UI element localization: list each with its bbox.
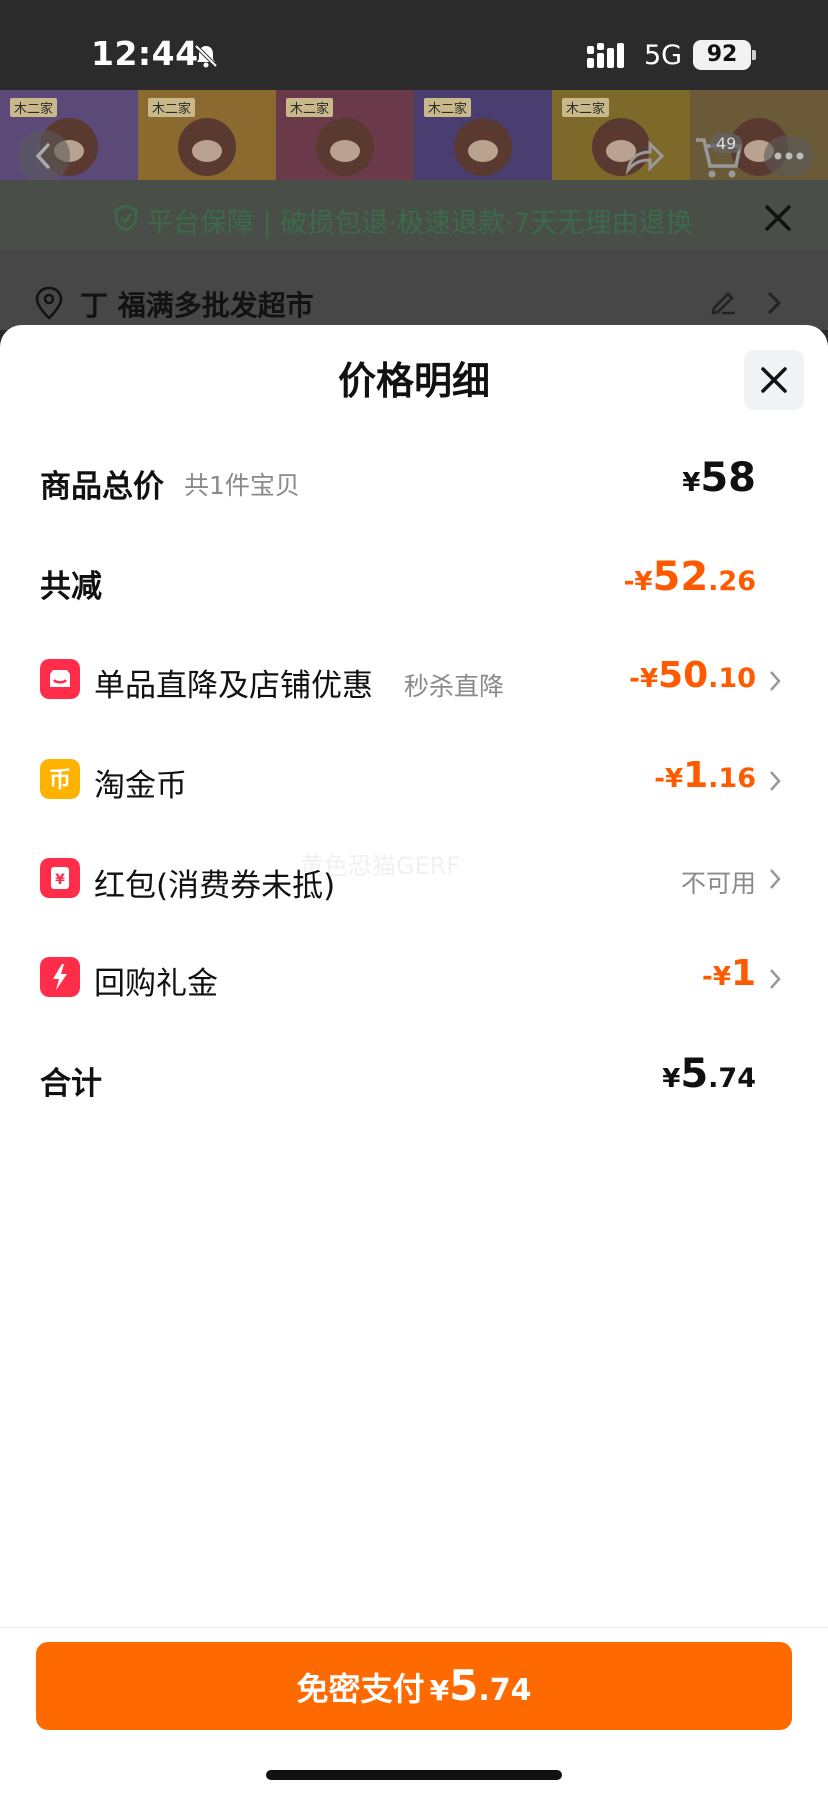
- shield-check-icon: [114, 204, 138, 232]
- signal-icon: [587, 43, 624, 68]
- rebuy-gift-label: 回购礼金: [94, 966, 218, 1002]
- gift-money-icon: [40, 957, 80, 997]
- svg-text:币: 币: [49, 768, 71, 793]
- total-price-label: 商品总价: [40, 469, 164, 505]
- svg-text:¥: ¥: [55, 872, 65, 888]
- item-count: 共1件宝贝: [184, 471, 300, 500]
- bell-muted-icon: [194, 44, 218, 68]
- home-indicator: [266, 1770, 562, 1780]
- location-pin-icon: [35, 286, 63, 320]
- red-packet-icon: ¥: [40, 858, 80, 898]
- rebuy-gift-amount: -¥1: [702, 953, 756, 994]
- watermark: 黄色恐猫GERF: [300, 852, 461, 880]
- guarantee-text: 平台保障 | 破损包退·极速退款·7天无理由退换: [146, 208, 693, 239]
- more-icon: [774, 152, 804, 160]
- cart-count-badge: 49: [710, 134, 743, 153]
- chevron-right-icon: [770, 869, 781, 889]
- network-type: 5G: [644, 40, 683, 71]
- taojinbi-label: 淘金币: [94, 768, 187, 804]
- password-free-pay-button[interactable]: 免密支付 ¥5.74: [36, 1642, 792, 1730]
- sheet-title: 价格明细: [337, 359, 490, 403]
- battery-cap: [752, 50, 756, 60]
- sum-label: 合计: [40, 1066, 102, 1102]
- sum-amount: ¥5.74: [662, 1051, 756, 1097]
- store-discount-label: 单品直降及店铺优惠: [94, 668, 373, 704]
- bottom-divider: [0, 1627, 828, 1628]
- shop-discount-icon: [40, 659, 80, 699]
- chevron-right-icon: [770, 671, 781, 691]
- taojinbi-amount: -¥1.16: [654, 755, 756, 796]
- flash-sale-tag: 秒杀直降: [404, 672, 505, 701]
- red-packet-status: 不可用: [680, 869, 756, 898]
- chevron-right-icon: [770, 771, 781, 791]
- chevron-left-icon: [35, 143, 50, 169]
- sheet-close-button[interactable]: [744, 350, 804, 410]
- coin-icon: 币: [40, 759, 80, 799]
- share-icon[interactable]: [620, 132, 668, 180]
- chevron-right-icon: [770, 969, 781, 989]
- total-reduction-amount: -¥52.26: [623, 554, 756, 600]
- status-time: 12:44: [91, 34, 199, 73]
- close-icon[interactable]: [760, 200, 796, 236]
- back-button[interactable]: [18, 130, 70, 182]
- close-icon: [761, 367, 787, 393]
- chevron-right-icon: [767, 291, 782, 315]
- edit-icon[interactable]: [708, 286, 738, 316]
- store-discount-amount: -¥50.10: [629, 655, 756, 696]
- battery-indicator: 92: [693, 40, 751, 70]
- total-reduction-label: 共减: [40, 569, 102, 605]
- total-price-amount: ¥58: [682, 455, 756, 501]
- address-text[interactable]: 丁 福满多批发超市: [80, 284, 314, 324]
- more-options-button[interactable]: [764, 136, 814, 176]
